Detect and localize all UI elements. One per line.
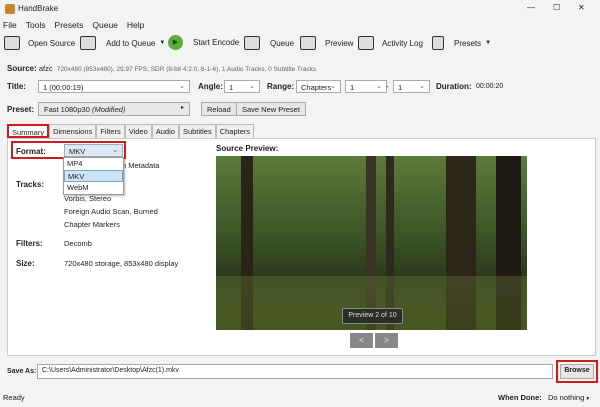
save-new-preset-button[interactable]: Save New Preset [236,102,306,116]
filters-value: Decomb [64,239,92,248]
menu-queue[interactable]: Queue [92,20,118,30]
previous-preview-button[interactable]: < [350,333,373,348]
chevron-down-icon: ⌄ [376,83,382,90]
chevron-down-icon: ⌄ [419,83,425,90]
tab-audio[interactable]: Audio [151,124,179,138]
format-dropdown-list: MP4 MKV WebM [63,157,124,195]
tracks-label: Tracks: [16,180,45,189]
size-label: Size: [16,259,35,268]
duration-label: Duration: [436,82,472,91]
filters-label: Filters: [16,239,43,248]
presets-icon [432,36,444,50]
tab-bar: Summary Dimensions Filters Video Audio S… [7,124,255,138]
range-label: Range: [267,82,295,91]
tab-dimensions[interactable]: Dimensions [49,124,97,138]
queue-button[interactable]: Queue [244,36,294,50]
range-to-select[interactable]: 1 ⌄ [393,80,430,93]
next-preview-button[interactable]: > [375,333,398,348]
menu-presets[interactable]: Presets [55,20,84,30]
minimize-button[interactable]: — [527,3,535,12]
format-label: Format: [16,147,46,156]
dropdown-arrow-icon: ▼ [159,40,166,46]
handbrake-logo-icon [5,4,15,14]
range-select[interactable]: Chapters ⌄ [296,80,341,93]
when-done-select[interactable]: Do nothing▼ [548,393,590,402]
chevron-down-icon: ⌄ [330,83,336,90]
track-item: Vorbis, Stereo [64,194,112,203]
angle-label: Angle: [198,82,223,91]
tab-chapters[interactable]: Chapters [215,124,255,138]
preview-image: Preview 2 of 10 [216,156,527,330]
add-image-icon [80,36,96,50]
close-button[interactable]: ✕ [578,3,585,12]
chevron-down-icon: ⌄ [112,147,118,154]
log-icon [358,36,374,50]
angle-select[interactable]: 1 ⌄ [224,80,260,93]
format-select[interactable]: MKV ⌄ [64,144,123,157]
tab-summary[interactable]: Summary [7,124,50,138]
reload-button[interactable]: Reload [201,102,237,116]
preview-film-icon [300,36,316,50]
menu-file[interactable]: File [3,20,17,30]
track-item: Foreign Audio Scan, Burned [64,207,158,216]
tab-subtitles[interactable]: Subtitles [178,124,216,138]
add-to-queue-button[interactable]: Add to Queue ▼ [80,36,165,50]
source-preview-label: Source Preview: [216,144,279,153]
save-as-label: Save As: [7,368,37,375]
presets-button[interactable]: Presets ▼ [432,36,491,50]
format-option-mkv[interactable]: MKV [64,170,123,182]
chevron-down-icon: ⌄ [179,83,185,90]
range-from-select[interactable]: 1 ⌄ [345,80,387,93]
save-as-path-input[interactable]: C:\Users\Administrator\Desktop\Afzc(1).m… [37,364,553,379]
title-select[interactable]: 1 (00:00:19) ⌄ [38,80,190,93]
duration-value: 00:00:20 [476,83,504,90]
dropdown-arrow-icon: ▼ [585,396,591,402]
preview-button[interactable]: Preview [300,36,353,50]
title-bar: HandBrake — ☐ ✕ [0,0,600,18]
tab-filters[interactable]: Filters [96,124,125,138]
browse-button[interactable]: Browse [560,364,594,379]
format-option-mp4[interactable]: MP4 [64,158,123,170]
play-icon: ▶ [168,35,183,50]
queue-icon [244,36,260,50]
format-option-webm[interactable]: WebM [64,182,123,194]
window-title: HandBrake [18,4,59,13]
preset-label: Preset: [7,105,35,114]
activity-log-button[interactable]: Activity Log [358,36,423,50]
film-icon [4,36,20,50]
menu-bar: File Tools Presets Queue Help [3,20,153,30]
start-encode-button[interactable]: ▶ Start Encode [168,35,239,50]
menu-tools[interactable]: Tools [26,20,46,30]
preset-selector[interactable]: Fast 1080p30 (Modified) ▸ [38,102,190,116]
maximize-button[interactable]: ☐ [553,3,560,12]
title-label: Title: [7,82,26,91]
range-dash: - [386,82,389,91]
tab-video[interactable]: Video [124,124,152,138]
when-done-label: When Done: [498,393,542,402]
menu-help[interactable]: Help [127,20,144,30]
preview-counter: Preview 2 of 10 [342,308,403,324]
chevron-right-icon: ▸ [180,105,184,111]
size-value: 720x480 storage, 853x480 display [64,259,179,268]
track-item: Chapter Markers [64,220,120,229]
status-text: Ready [3,393,25,402]
dropdown-arrow-icon: ▼ [485,40,492,46]
source-info: Source: afzc 720x480 (853x480), 29.97 FP… [7,64,317,73]
open-source-button[interactable]: Open Source [4,36,75,50]
chevron-down-icon: ⌄ [249,83,255,90]
